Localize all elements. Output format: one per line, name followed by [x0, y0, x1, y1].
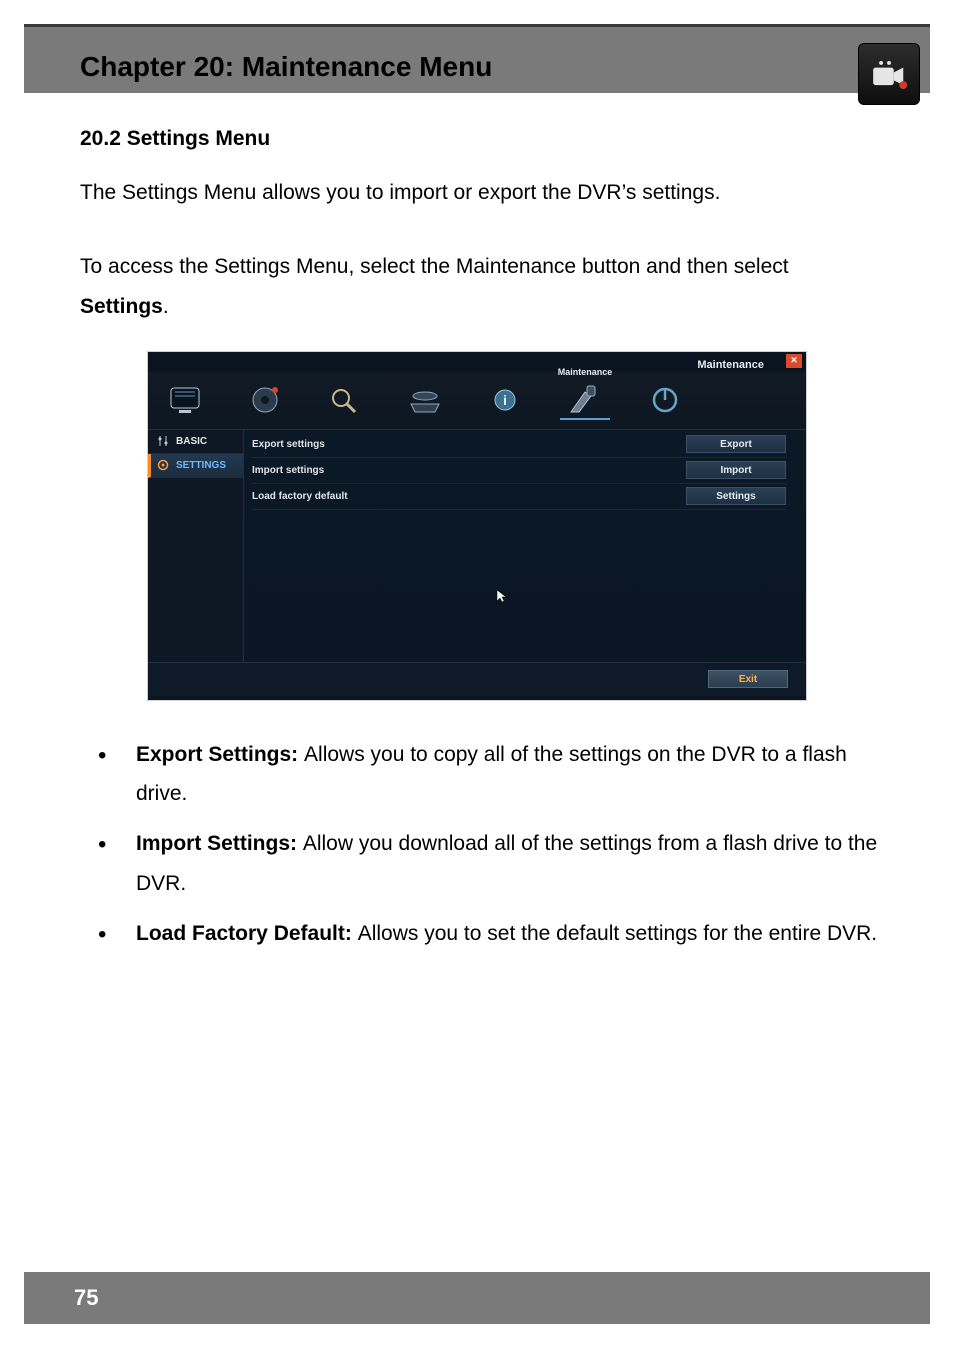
row-factory-label: Load factory default — [252, 487, 348, 506]
exit-button[interactable]: Exit — [708, 670, 788, 688]
row-export: Export settings Export — [252, 432, 786, 458]
bullet-list: Export Settings: Allows you to copy all … — [24, 701, 930, 954]
section-heading: 20.2 Settings Menu — [80, 119, 874, 159]
document-page: Chapter 20: Maintenance Menu 20.2 Settin… — [0, 0, 954, 1352]
bullet-factory-desc: Allows you to set the default settings f… — [358, 922, 877, 945]
svg-text:i: i — [503, 392, 507, 408]
settings-button[interactable]: Settings — [686, 487, 786, 505]
body-text: 20.2 Settings Menu The Settings Menu all… — [24, 93, 930, 701]
bullet-factory: Load Factory Default: Allows you to set … — [98, 914, 900, 954]
power-icon[interactable] — [640, 380, 690, 420]
sidebar-item-settings[interactable]: SETTINGS — [148, 454, 243, 478]
chapter-header: Chapter 20: Maintenance Menu — [24, 24, 930, 93]
drive-icon[interactable] — [400, 380, 450, 420]
export-button[interactable]: Export — [686, 435, 786, 453]
sidebar-settings-label: SETTINGS — [176, 456, 226, 475]
sidebar: BASIC SETTINGS — [148, 430, 244, 662]
paragraph-1: The Settings Menu allows you to import o… — [80, 173, 874, 213]
bottom-bar: Exit — [148, 662, 806, 696]
paragraph-2: To access the Settings Menu, select the … — [80, 247, 874, 327]
info-icon[interactable]: i — [480, 380, 530, 420]
maintenance-icon[interactable]: Maintenance — [560, 380, 610, 420]
window-title: Maintenance — [697, 355, 764, 376]
camera-record-icon[interactable] — [240, 380, 290, 420]
bullet-export: Export Settings: Allows you to copy all … — [98, 735, 900, 815]
sliders-icon — [156, 434, 170, 448]
dvr-screenshot: Maintenance ✕ i — [147, 351, 807, 701]
sidebar-basic-label: BASIC — [176, 432, 207, 451]
row-export-label: Export settings — [252, 435, 325, 454]
p2-part-a: To access the Settings Menu, select the … — [80, 255, 789, 278]
footer-bar: 75 — [24, 1272, 930, 1324]
row-import: Import settings Import — [252, 458, 786, 484]
magnifier-icon[interactable] — [320, 380, 370, 420]
cursor-icon — [496, 588, 508, 611]
bullet-factory-term: Load Factory Default: — [136, 922, 358, 945]
bullet-export-term: Export Settings: — [136, 743, 304, 766]
p2-bold: Settings — [80, 295, 163, 318]
monitor-icon[interactable] — [160, 380, 210, 420]
chapter-title: Chapter 20: Maintenance Menu — [80, 51, 908, 83]
settings-rows: Export settings Export Import settings I… — [244, 430, 806, 662]
content-area: BASIC SETTINGS Export settings Export — [148, 430, 806, 662]
maintenance-label: Maintenance — [558, 364, 613, 381]
row-import-label: Import settings — [252, 461, 324, 480]
window-titlebar: Maintenance ✕ — [148, 352, 806, 372]
bullet-import-term: Import Settings: — [136, 832, 303, 855]
p2-part-c: . — [163, 295, 169, 318]
top-icon-row: i Maintenance — [148, 372, 806, 430]
gear-icon — [156, 458, 170, 472]
row-factory-default: Load factory default Settings — [252, 484, 786, 510]
bullet-import: Import Settings: Allow you download all … — [98, 824, 900, 904]
camera-icon — [858, 43, 920, 105]
import-button[interactable]: Import — [686, 461, 786, 479]
sidebar-item-basic[interactable]: BASIC — [148, 430, 243, 454]
page-number: 75 — [74, 1285, 98, 1311]
close-button[interactable]: ✕ — [786, 354, 802, 368]
